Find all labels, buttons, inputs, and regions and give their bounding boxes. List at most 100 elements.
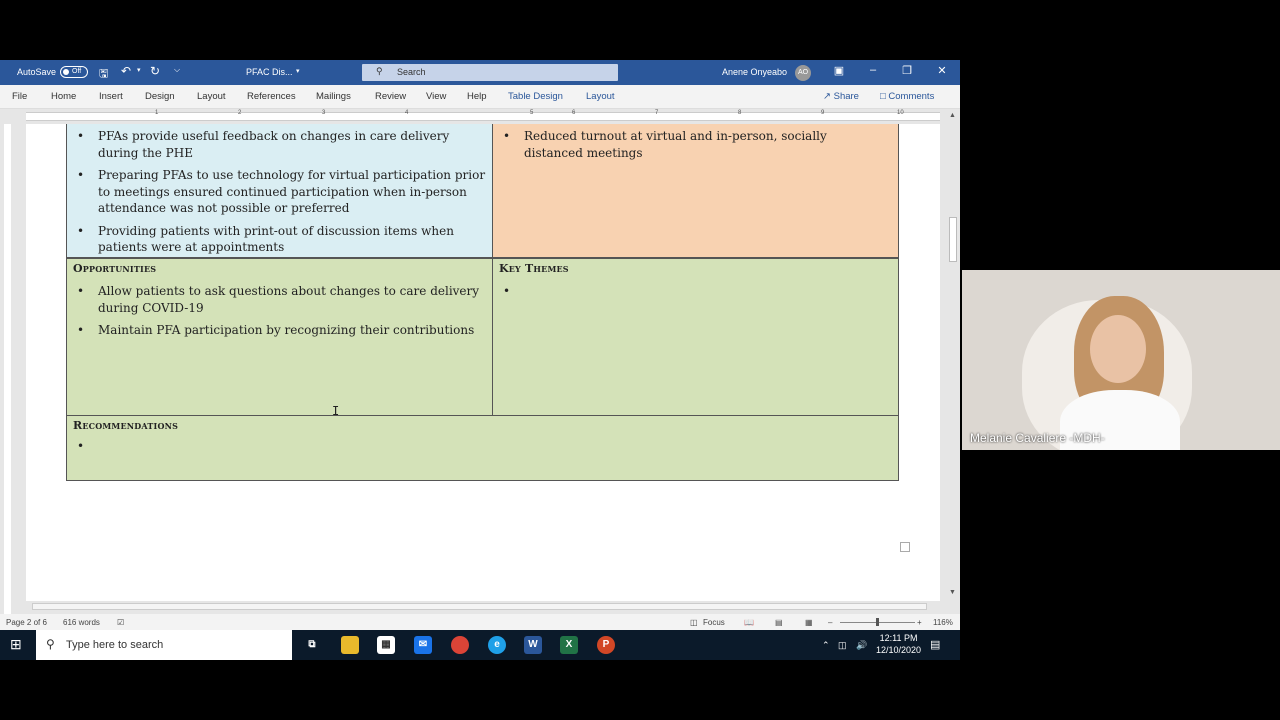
- zoom-out-icon[interactable]: –: [828, 618, 832, 627]
- proofing-icon[interactable]: ☑: [117, 618, 124, 627]
- undo-icon[interactable]: ↶: [121, 64, 131, 78]
- show-hidden-icons-icon[interactable]: ⌃: [822, 639, 830, 651]
- list-item[interactable]: PFAs provide useful feedback on changes …: [67, 128, 492, 161]
- tab-table-layout[interactable]: Layout: [586, 91, 615, 102]
- zoom-level[interactable]: 116%: [933, 618, 953, 627]
- horizontal-scrollbar[interactable]: [26, 601, 946, 612]
- word-count[interactable]: 616 words: [63, 618, 100, 627]
- list-item[interactable]: Maintain PFA participation by recognizin…: [67, 322, 492, 339]
- scroll-down-icon[interactable]: ▼: [949, 589, 956, 596]
- tab-design[interactable]: Design: [145, 91, 175, 102]
- doc-name-dropdown-icon[interactable]: ▾: [296, 67, 300, 75]
- clock[interactable]: 12:11 PM 12/10/2020: [876, 632, 921, 656]
- minimize-icon[interactable]: –: [864, 64, 882, 80]
- list-item-empty[interactable]: [67, 438, 898, 455]
- key-themes-cell[interactable]: Key Themes: [493, 258, 899, 416]
- horizontal-ruler[interactable]: 1 2 3 4 5 6 7 8 9 10: [0, 110, 960, 124]
- ribbon-display-icon[interactable]: ▣: [830, 64, 848, 80]
- strengths-cell[interactable]: PFAs provide useful feedback on changes …: [66, 124, 493, 258]
- customize-toolbar-icon[interactable]: ⌵: [174, 65, 180, 75]
- taskbar-search[interactable]: ⚲ Type here to search: [36, 630, 292, 660]
- focus-icon[interactable]: ◫: [690, 618, 698, 627]
- ruler-number: 5: [530, 110, 534, 116]
- task-view-icon[interactable]: ⧉: [303, 636, 321, 654]
- list-item[interactable]: Providing patients with print-out of dis…: [67, 223, 492, 256]
- weaknesses-cell[interactable]: Reduced turnout at virtual and in-person…: [493, 124, 899, 258]
- print-layout-icon[interactable]: ▤: [775, 618, 783, 627]
- powerpoint-icon[interactable]: P: [597, 636, 615, 654]
- avatar[interactable]: AO: [795, 65, 811, 81]
- tab-file[interactable]: File: [12, 91, 27, 102]
- restore-icon[interactable]: ❐: [898, 64, 916, 80]
- list-item[interactable]: Preparing PFAs to use technology for vir…: [67, 167, 492, 217]
- tab-help[interactable]: Help: [467, 91, 487, 102]
- volume-icon[interactable]: 🔊: [856, 639, 867, 651]
- read-mode-icon[interactable]: 📖: [744, 618, 754, 627]
- undo-dropdown-icon[interactable]: ▾: [137, 66, 141, 74]
- zoom-slider-thumb[interactable]: [876, 618, 879, 626]
- save-icon[interactable]: 🖫: [99, 65, 108, 84]
- close-icon[interactable]: ✕: [933, 64, 951, 80]
- swot-table[interactable]: PFAs provide useful feedback on changes …: [66, 124, 899, 481]
- focus-button[interactable]: Focus: [703, 618, 725, 627]
- scroll-thumb[interactable]: [949, 217, 957, 262]
- list-item-empty[interactable]: [493, 283, 898, 300]
- key-themes-header: Key Themes: [499, 262, 569, 275]
- page-count[interactable]: Page 2 of 6: [6, 618, 47, 627]
- share-button[interactable]: ↗ Share: [823, 91, 859, 102]
- h-scroll-thumb[interactable]: [32, 603, 927, 610]
- search-box[interactable]: ⚲ Search: [362, 64, 618, 81]
- tab-home[interactable]: Home: [51, 91, 76, 102]
- tab-insert[interactable]: Insert: [99, 91, 123, 102]
- toggle-knob: [63, 69, 69, 75]
- opportunities-header: Opportunities: [73, 262, 157, 275]
- search-icon: ⚲: [46, 637, 55, 651]
- opportunities-cell[interactable]: Opportunities Allow patients to ask ques…: [66, 258, 493, 416]
- comments-button[interactable]: □ Comments: [880, 91, 934, 102]
- ruler-number: 1: [155, 110, 159, 116]
- clock-date: 12/10/2020: [876, 645, 922, 655]
- notifications-icon[interactable]: ▤: [930, 639, 940, 651]
- vertical-ruler[interactable]: [0, 124, 14, 616]
- share-icon: ↗: [823, 91, 834, 102]
- tab-review[interactable]: Review: [375, 91, 406, 102]
- tab-view[interactable]: View: [426, 91, 446, 102]
- document-name[interactable]: PFAC Dis...: [246, 67, 293, 77]
- zoom-in-icon[interactable]: +: [917, 618, 922, 627]
- list-item[interactable]: Reduced turnout at virtual and in-person…: [493, 128, 898, 161]
- ruler-number: 3: [322, 110, 326, 116]
- user-name[interactable]: Anene Onyeabo: [722, 67, 787, 77]
- chrome-icon[interactable]: [451, 636, 469, 654]
- recommendations-cell[interactable]: Recommendations: [66, 415, 899, 481]
- ruler-number: 6: [572, 110, 576, 116]
- video-participant-tile[interactable]: Melanie Cavaliere -MDH-: [962, 270, 1280, 450]
- text-cursor-icon: I: [332, 404, 340, 418]
- vertical-scrollbar[interactable]: ▲ ▼: [946, 110, 960, 600]
- edge-icon[interactable]: e: [488, 636, 506, 654]
- word-window: AutoSave Off 🖫 ↶ ▾ ↻ ⌵ PFAC Dis... ▾ ⚲ S…: [0, 60, 960, 660]
- table-resize-handle[interactable]: [900, 542, 910, 552]
- mail-icon[interactable]: ✉: [414, 636, 432, 654]
- search-placeholder: Search: [397, 67, 426, 77]
- tab-mailings[interactable]: Mailings: [316, 91, 351, 102]
- tab-table-design[interactable]: Table Design: [508, 91, 563, 102]
- web-layout-icon[interactable]: ▦: [805, 618, 813, 627]
- tab-references[interactable]: References: [247, 91, 296, 102]
- redo-icon[interactable]: ↻: [150, 64, 160, 78]
- tab-layout[interactable]: Layout: [197, 91, 226, 102]
- file-explorer-icon[interactable]: [341, 636, 359, 654]
- ruler-number: 8: [738, 110, 742, 116]
- network-icon[interactable]: ◫: [838, 639, 847, 651]
- windows-start-icon[interactable]: ⊞: [10, 637, 22, 651]
- ruler-bar: [26, 112, 940, 121]
- excel-icon[interactable]: X: [560, 636, 578, 654]
- title-bar: AutoSave Off 🖫 ↶ ▾ ↻ ⌵ PFAC Dis... ▾ ⚲ S…: [0, 60, 960, 85]
- scroll-up-icon[interactable]: ▲: [949, 112, 956, 119]
- document-page[interactable]: PFAs provide useful feedback on changes …: [26, 124, 940, 606]
- word-icon[interactable]: W: [524, 636, 542, 654]
- recommendations-list: [67, 416, 898, 455]
- list-item[interactable]: Allow patients to ask questions about ch…: [67, 283, 492, 316]
- autosave-toggle[interactable]: Off: [60, 66, 88, 78]
- store-icon[interactable]: ▦: [377, 636, 395, 654]
- autosave-label: AutoSave: [17, 67, 57, 77]
